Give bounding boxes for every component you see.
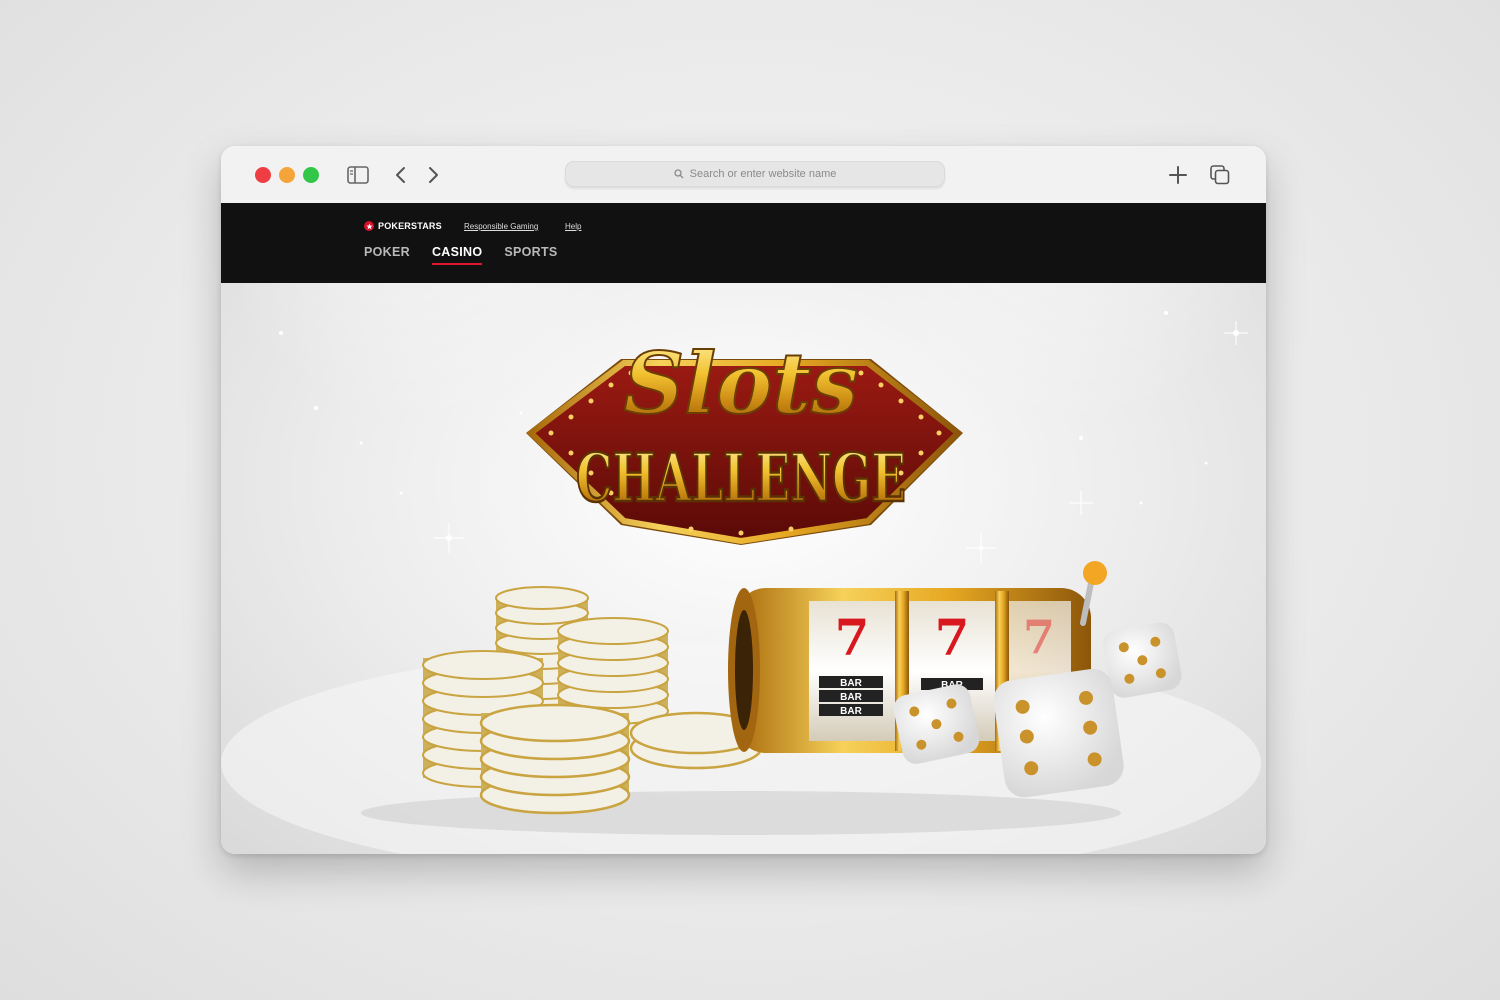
sidebar-icon[interactable] (347, 166, 369, 184)
browser-window: Search or enter website name POKERSTARS … (221, 146, 1266, 854)
main-nav: POKER CASINO SPORTS (364, 245, 558, 265)
browser-toolbar: Search or enter website name (221, 146, 1266, 204)
reel-bar-2: BAR (840, 692, 862, 703)
minimize-window-button[interactable] (279, 167, 295, 183)
tabs-icon[interactable] (1209, 164, 1231, 186)
back-icon[interactable] (393, 164, 409, 186)
reel-seven-2: 7 (935, 608, 970, 667)
title-challenge: CHALLENGE (576, 439, 906, 517)
hero-illustration: Slots CHALLENGE 7 7 7 BAR BAR BAR (221, 283, 1261, 854)
address-placeholder: Search or enter website name (689, 168, 837, 180)
pokerstars-logo[interactable]: POKERSTARS (364, 221, 442, 231)
nav-casino[interactable]: CASINO (431, 245, 483, 265)
reel-bar-3: BAR (840, 706, 862, 717)
star-icon (364, 221, 374, 231)
help-link[interactable]: Help (565, 222, 581, 231)
reel-seven-3: 7 (1023, 610, 1055, 664)
title-slots: Slots (624, 334, 859, 433)
brand-name: POKERSTARS (378, 221, 442, 231)
responsible-gaming-link[interactable]: Responsible Gaming (464, 222, 538, 231)
maximize-window-button[interactable] (303, 167, 319, 183)
close-window-button[interactable] (255, 167, 271, 183)
search-icon (673, 169, 684, 179)
forward-icon[interactable] (425, 164, 441, 186)
address-bar[interactable]: Search or enter website name (565, 161, 945, 187)
reel-bar-1: BAR (840, 678, 862, 689)
hero-banner: Slots CHALLENGE 7 7 7 BAR BAR BAR (221, 283, 1266, 854)
site-header: POKERSTARS Responsible Gaming Help POKER… (221, 203, 1266, 283)
plus-icon[interactable] (1167, 164, 1189, 186)
nav-sports[interactable]: SPORTS (504, 245, 557, 262)
nav-poker[interactable]: POKER (364, 245, 410, 262)
reel-seven-1: 7 (835, 608, 870, 667)
